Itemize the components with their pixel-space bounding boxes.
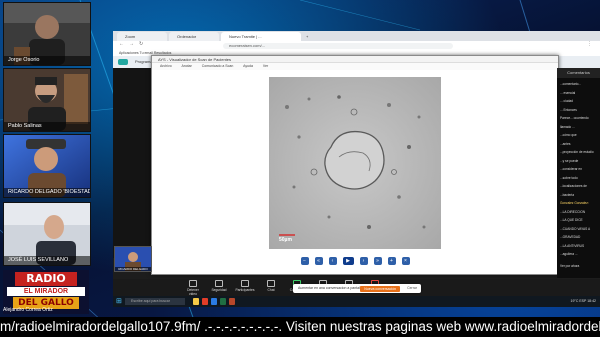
participant-tile-4[interactable]: JOSÉ LUIS SEVILLANO xyxy=(3,202,91,266)
chat-message: ...CUANDO VAYAS A xyxy=(560,226,591,231)
control-icon xyxy=(215,280,223,287)
powerpoint-icon[interactable] xyxy=(229,298,235,305)
participant-tile-2[interactable]: Pablo Salinas xyxy=(3,68,91,132)
microscopy-image[interactable]: 50µm xyxy=(269,77,441,249)
chat-message: ...LA QUE DICE xyxy=(560,218,583,222)
menu-item-ayuda[interactable]: Ayuda xyxy=(243,64,253,68)
browser-tab-strip: Zoom Ordenador Nuevo Tramite | ... + xyxy=(113,31,600,41)
last-frame-icon[interactable]: » xyxy=(373,256,382,265)
chat-message: Gonzalez Gonzalez: xyxy=(560,201,589,205)
control-icon xyxy=(267,280,275,287)
address-bar[interactable]: ecomeraisen.com/... xyxy=(223,42,453,49)
windows-start-icon[interactable]: ⊞ xyxy=(116,297,122,305)
reload-icon[interactable]: ↻ xyxy=(139,41,143,47)
chat-message: ...cómo que xyxy=(560,133,577,137)
zoom-control-button[interactable]: Seguridad xyxy=(209,280,229,292)
new-tab-button[interactable]: + xyxy=(303,32,315,41)
file-explorer-icon[interactable] xyxy=(193,298,199,305)
app-title: Programa xyxy=(135,59,153,64)
control-label: Detener video xyxy=(187,288,199,296)
app-sidebar xyxy=(113,68,151,258)
chat-input[interactable]: Ver por ahora xyxy=(560,264,597,268)
chat-message: ...proyección de estudio xyxy=(560,150,594,154)
close-viewer-icon[interactable]: × xyxy=(401,256,410,265)
menu-item-comunicado[interactable]: Comunicado a Scan xyxy=(202,64,234,68)
app-logo-icon xyxy=(118,59,128,65)
next-frame-icon[interactable]: › xyxy=(359,256,368,265)
chat-panel: Comentarios ...comentario... ... esencial… xyxy=(557,68,600,278)
participant-tile-1[interactable]: Jorge Osorio xyxy=(3,2,91,66)
scan-viewer-window: AYS - Visualizador de Scan de Pacientes … xyxy=(151,55,559,275)
first-frame-icon[interactable]: « xyxy=(314,256,323,265)
zoom-control-button[interactable]: Participantes xyxy=(235,280,255,292)
zoom-app-icon[interactable] xyxy=(211,298,217,305)
menu-item-anotar[interactable]: Anotar xyxy=(181,64,191,68)
back-icon[interactable]: ← xyxy=(119,41,124,47)
chat-message: ...comentario... xyxy=(560,82,582,86)
browser-tab-active[interactable]: Nuevo Tramite | ... xyxy=(221,32,301,41)
participant-name: JOSÉ LUIS SEVILLANO xyxy=(4,256,90,265)
scale-label: 50µm xyxy=(279,237,292,243)
zoom-control-button[interactable]: Chat xyxy=(261,280,281,292)
forward-icon[interactable]: → xyxy=(129,41,134,47)
control-label: Chat xyxy=(267,288,275,292)
viewer-title: AYS - Visualizador de Scan de Pacientes xyxy=(152,56,558,63)
chat-message: ...localizaciones de xyxy=(560,184,587,188)
chat-message: ...LA ANTIVIRUS xyxy=(560,243,585,248)
menu-item-archivo[interactable]: Archivo xyxy=(160,64,172,68)
control-label: Seguridad xyxy=(211,288,227,292)
thumb-name: RICARDO DELGADO xyxy=(115,267,151,271)
control-icon xyxy=(241,280,249,287)
menu-icon[interactable]: ⋮ xyxy=(587,41,592,47)
chat-message: ...antes xyxy=(560,141,571,146)
chat-message: ...aguilera ... xyxy=(560,252,578,256)
prev-frame-icon[interactable]: ‹ xyxy=(328,256,337,265)
chat-message: ...bacteria xyxy=(560,192,574,197)
logo-participant-name: Alejandro Correa Ortiz xyxy=(3,307,53,313)
viewer-menu: Archivo Anotar Comunicado a Scan Ayuda V… xyxy=(152,63,558,70)
chat-message: ...GRAVEDAD xyxy=(560,235,581,239)
chat-message: ...considerar en xyxy=(560,167,582,171)
screen-share: Zoom Ordenador Nuevo Tramite | ... + ← →… xyxy=(113,31,600,307)
control-icon xyxy=(189,280,197,287)
chat-message: Parece... ocurriendo xyxy=(560,116,589,120)
chat-message: llamado ... xyxy=(560,124,575,129)
toast-action-button[interactable]: Nueva conversación xyxy=(360,285,400,292)
chrome-icon[interactable] xyxy=(202,298,208,305)
taskbar-apps xyxy=(193,298,235,305)
taskbar-search[interactable]: Escribe aquí para buscar xyxy=(125,298,185,305)
zoom-in-icon[interactable]: + xyxy=(387,256,396,265)
zoom-out-icon[interactable]: − xyxy=(300,256,309,265)
menu-item-ver[interactable]: Ver xyxy=(263,64,268,68)
chat-message: ...sobre todo xyxy=(560,175,578,180)
control-label: Participantes xyxy=(235,288,255,292)
radio-logo-line2: EL MIRADOR xyxy=(7,287,85,296)
participant-name: RICARDO DELGADO 'BIOESTADI... xyxy=(4,188,90,197)
play-icon[interactable]: ▶ xyxy=(342,256,354,265)
microscopy-cells xyxy=(269,77,441,249)
chat-message: ...LA DIRECCION xyxy=(560,209,586,214)
browser-tab[interactable]: Ordenador xyxy=(169,32,219,41)
chat-message: ... ciudad xyxy=(560,99,573,103)
radio-logo-line1: RADIO xyxy=(15,272,77,286)
participant-name: Pablo Salinas xyxy=(4,122,90,131)
chat-header: Comentarios xyxy=(557,68,600,78)
windows-taskbar: ⊞ Escribe aquí para buscar 19°C ESP 18:4… xyxy=(113,296,600,307)
toast-close-button[interactable]: Cerrar xyxy=(407,284,417,293)
toast-text: Aumentar en ana conversacion a pantallas… xyxy=(298,286,368,290)
browser-tab[interactable]: Zoom xyxy=(117,32,167,41)
participant-name: Jorge Osorio xyxy=(4,56,90,65)
chat-message: ...y se puede xyxy=(560,158,579,163)
chat-message: ... Entonces xyxy=(560,107,577,112)
system-tray: 19°C ESP 18:42 xyxy=(570,299,596,303)
chat-message: ... esencial xyxy=(560,90,576,95)
shared-participant-thumb[interactable]: RICARDO DELGADO xyxy=(114,246,152,272)
zoom-control-button[interactable]: Detener video xyxy=(183,280,203,296)
viewer-toolbar: − « ‹ ▶ › » + × xyxy=(152,253,558,268)
participant-tile-3[interactable]: RICARDO DELGADO 'BIOESTADI... xyxy=(3,134,91,198)
news-ticker: m/radioelmiradordelgallo107.9fm/ .-.-.-.… xyxy=(0,317,600,337)
excel-icon[interactable] xyxy=(220,298,226,305)
notification-toast: Aumentar en ana conversacion a pantallas… xyxy=(293,284,421,293)
